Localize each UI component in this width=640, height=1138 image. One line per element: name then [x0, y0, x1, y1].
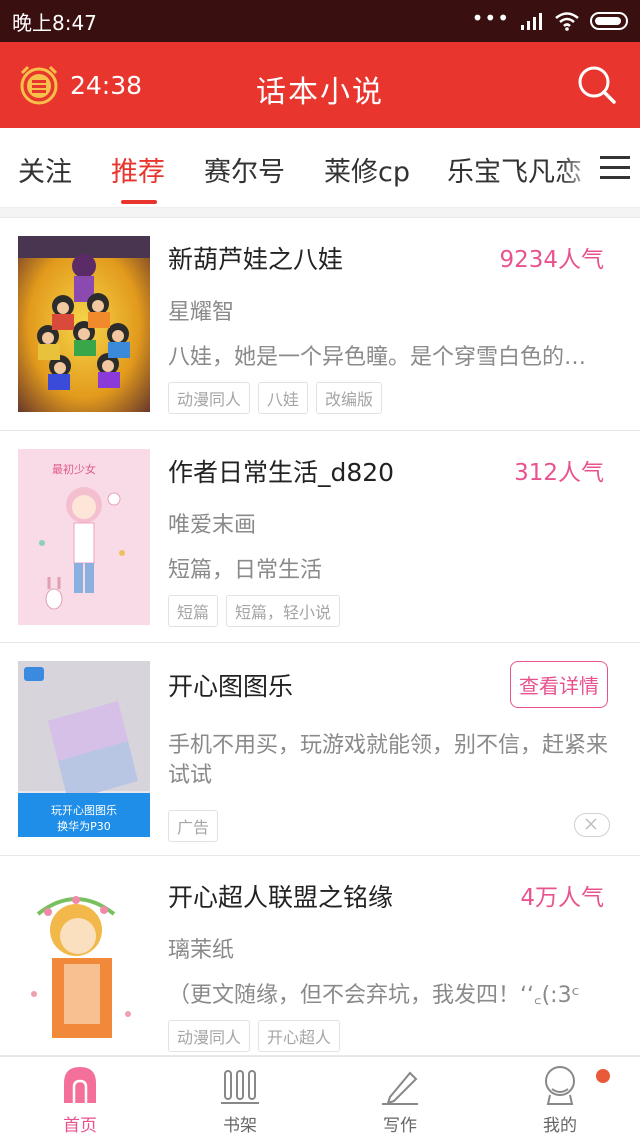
status-bar: 晚上8:47 •••	[0, 0, 640, 42]
app-title: 话本小说	[256, 75, 384, 110]
tab-recommend[interactable]: 推荐	[111, 150, 165, 189]
popularity-count: 312人气	[514, 460, 604, 486]
battery-icon	[590, 12, 628, 30]
signal-dots-icon: •••	[471, 6, 510, 30]
tab-fade	[560, 128, 600, 206]
tag[interactable]: 短篇	[168, 595, 219, 627]
cover-text: 最初少女	[52, 463, 96, 476]
tag[interactable]: 短篇，轻小说	[226, 595, 341, 627]
close-ad-button[interactable]	[574, 813, 610, 837]
phone-ad-cover[interactable]: 玩开心图图乐 换华为P30	[18, 661, 150, 837]
calabash-brothers-cover[interactable]	[18, 236, 150, 412]
bottom-nav: 首页 书架 写作 我的	[0, 1056, 640, 1138]
pencil-icon	[382, 1071, 418, 1105]
popularity-count: 4万人气	[520, 885, 604, 911]
cell-signal-icon	[521, 13, 542, 30]
app-header: 24:38 话本小说	[0, 42, 640, 128]
story-description: 八娃，她是一个异色瞳。是个穿雪白色的…	[168, 345, 587, 370]
app-screen: 晚上8:47 ••• 24:38 话本小说 关注 推荐 赛尔号 莱修cp 乐宝飞…	[0, 0, 640, 1138]
tag-list: 动漫同人 八娃 改编版	[168, 382, 383, 414]
menu-icon[interactable]	[596, 150, 636, 186]
nav-write[interactable]: 写作	[360, 1065, 440, 1136]
profile-icon	[545, 1066, 575, 1105]
tag-list: 短篇 短篇，轻小说	[168, 595, 341, 627]
active-tab-indicator	[121, 200, 157, 204]
ad-caption: 玩开心图图乐	[51, 804, 117, 817]
status-time: 晚上8:47	[12, 10, 97, 35]
story-card[interactable]: 开心超人联盟之铭缘 4万人气 璃茉纸 （更文随缘，但不会弃坑，我发四！ʻʻ꜀(:…	[0, 856, 640, 1056]
story-card[interactable]: 新葫芦娃之八娃 9234人气 星耀智 八娃，她是一个异色瞳。是个穿雪白色的… 动…	[0, 218, 640, 431]
anime-boy-cover[interactable]	[18, 874, 150, 1050]
view-details-button[interactable]: 查看详情	[510, 661, 608, 708]
story-title: 开心超人联盟之铭缘	[168, 883, 394, 912]
notification-dot	[596, 1069, 610, 1083]
story-description: （更文随缘，但不会弃坑，我发四！ʻʻ꜀(:3ᶜ	[168, 983, 580, 1008]
nav-label: 写作	[383, 1116, 417, 1136]
tab-seer[interactable]: 赛尔号	[204, 150, 285, 189]
wifi-icon	[555, 12, 579, 31]
tab-follow[interactable]: 关注	[18, 150, 72, 189]
nav-home[interactable]: 首页	[40, 1065, 120, 1136]
nav-profile[interactable]: 我的	[520, 1065, 600, 1136]
tag[interactable]: 动漫同人	[168, 382, 251, 414]
ad-label: 广告	[168, 810, 219, 842]
popularity-count: 9234人气	[499, 247, 604, 273]
nav-label: 书架	[223, 1116, 257, 1136]
story-author[interactable]: 星耀智	[168, 294, 234, 326]
anime-girl-cover[interactable]: 最初少女	[18, 449, 150, 625]
ad-title: 开心图图乐	[168, 672, 294, 701]
tag[interactable]: 八娃	[258, 382, 309, 414]
category-tabs: 关注 推荐 赛尔号 莱修cp 乐宝飞凡恋	[0, 128, 640, 208]
tag[interactable]: 开心超人	[258, 1020, 341, 1052]
story-title: 作者日常生活_d820	[168, 458, 395, 487]
bookshelf-icon	[221, 1070, 259, 1104]
close-icon	[585, 818, 597, 830]
nav-bookshelf[interactable]: 书架	[200, 1065, 280, 1136]
story-description: 短篇，日常生活	[168, 558, 323, 583]
nav-label: 我的	[543, 1116, 577, 1136]
tag-list: 广告	[168, 810, 219, 842]
story-author[interactable]: 唯爱末画	[168, 507, 256, 539]
ad-card[interactable]: 玩开心图图乐 换华为P30 开心图图乐 查看详情 手机不用买，玩游戏就能领，别不…	[0, 643, 640, 856]
nav-label: 首页	[63, 1116, 97, 1136]
search-icon[interactable]	[576, 64, 618, 106]
ad-description: 手机不用买，玩游戏就能领，别不信，赶紧来试试	[168, 733, 609, 788]
story-author[interactable]: 璃茉纸	[168, 932, 234, 964]
ad-caption: 换华为P30	[57, 820, 111, 833]
home-icon	[64, 1067, 96, 1103]
tab-laixiu-cp[interactable]: 莱修cp	[324, 150, 410, 189]
tag[interactable]: 动漫同人	[168, 1020, 251, 1052]
divider	[0, 208, 640, 218]
tag[interactable]: 改编版	[316, 382, 383, 414]
story-title: 新葫芦娃之八娃	[168, 245, 344, 274]
tag-list: 动漫同人 开心超人	[168, 1020, 341, 1052]
story-card[interactable]: 最初少女 作者日常生活_d820 312人气 唯爱末画 短篇，日常生活 短篇 短…	[0, 431, 640, 643]
status-icons: •••	[471, 6, 628, 31]
